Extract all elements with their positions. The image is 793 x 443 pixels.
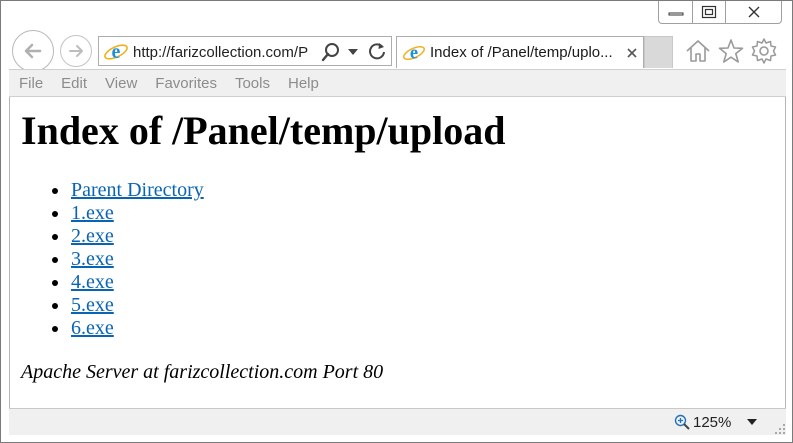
forward-button[interactable] <box>60 35 92 67</box>
zoom-level[interactable]: 125% <box>693 414 731 431</box>
parent-directory-link[interactable]: Parent Directory <box>71 179 204 201</box>
address-bar[interactable]: e <box>98 36 392 66</box>
status-bar: 125% <box>9 408 786 435</box>
file-link[interactable]: 3.exe <box>71 248 114 270</box>
file-link[interactable]: 2.exe <box>71 225 114 247</box>
menu-edit[interactable]: Edit <box>61 75 87 92</box>
menu-view[interactable]: View <box>105 75 137 92</box>
star-icon[interactable] <box>717 37 745 65</box>
close-icon[interactable] <box>625 46 639 60</box>
back-button[interactable] <box>12 30 54 72</box>
minimize-icon <box>668 12 683 16</box>
refresh-icon[interactable] <box>367 41 387 61</box>
tab-title: Index of /Panel/temp/uplo... <box>430 44 613 61</box>
menu-tools[interactable]: Tools <box>235 75 270 92</box>
resize-grip-icon[interactable] <box>774 423 786 435</box>
window-controls <box>658 1 782 25</box>
page-content: Index of /Panel/temp/upload Parent Direc… <box>9 97 786 408</box>
gear-icon[interactable] <box>750 37 778 65</box>
file-link[interactable]: 1.exe <box>71 202 114 224</box>
address-url-input[interactable] <box>133 43 311 61</box>
restore-icon <box>701 5 717 19</box>
forward-arrow-icon <box>69 45 83 57</box>
home-icon[interactable] <box>684 37 712 65</box>
menu-help[interactable]: Help <box>288 75 319 92</box>
browser-window: e e Index of /Panel/temp/uplo... <box>0 0 793 443</box>
menu-favorites[interactable]: Favorites <box>155 75 217 92</box>
server-signature: Apache Server at farizcollection.com Por… <box>21 361 384 383</box>
ie-logo-icon: e <box>104 41 128 63</box>
tab-active[interactable]: e Index of /Panel/temp/uplo... <box>396 36 644 68</box>
chevron-down-icon[interactable] <box>747 419 757 426</box>
list-item: 6.exe <box>70 317 204 340</box>
back-arrow-icon <box>24 43 42 59</box>
page-title: Index of /Panel/temp/upload <box>21 108 506 153</box>
new-tab-button[interactable] <box>644 36 673 68</box>
ie-logo-icon: e <box>403 43 425 63</box>
svg-text:e: e <box>410 43 418 63</box>
list-item: 3.exe <box>70 248 204 271</box>
menu-bar: File Edit View Favorites Tools Help <box>9 69 786 97</box>
close-window-button[interactable] <box>726 1 782 24</box>
list-item: Parent Directory <box>70 179 204 202</box>
file-link[interactable]: 4.exe <box>71 271 114 293</box>
minimize-button[interactable] <box>658 1 693 24</box>
directory-list: Parent Directory 1.exe 2.exe 3.exe 4.exe… <box>70 179 204 340</box>
list-item: 1.exe <box>70 202 204 225</box>
search-icon[interactable] <box>321 42 341 62</box>
list-item: 2.exe <box>70 225 204 248</box>
svg-text:e: e <box>112 41 121 63</box>
restore-button[interactable] <box>693 1 726 24</box>
chevron-down-icon[interactable] <box>348 48 358 56</box>
zoom-icon[interactable] <box>674 414 690 430</box>
file-link[interactable]: 6.exe <box>71 317 114 339</box>
file-link[interactable]: 5.exe <box>71 294 114 316</box>
menu-file[interactable]: File <box>19 75 43 92</box>
close-window-icon <box>748 6 759 18</box>
list-item: 5.exe <box>70 294 204 317</box>
list-item: 4.exe <box>70 271 204 294</box>
